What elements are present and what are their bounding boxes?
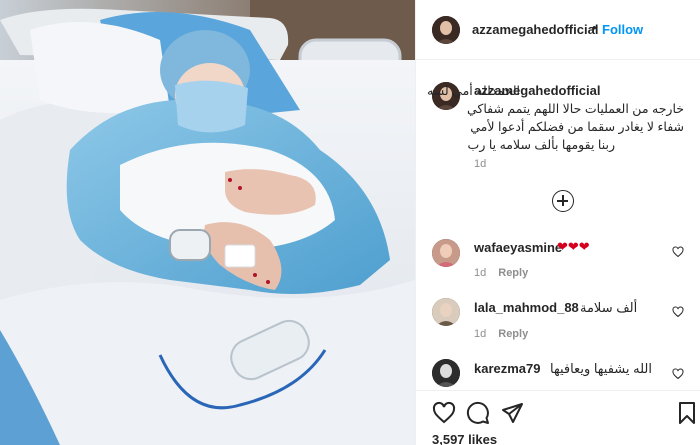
post-photo[interactable] [0, 0, 415, 445]
avatar-image [432, 239, 460, 267]
comment-text: الله يشفيها ويعافيها [550, 361, 652, 376]
comment-meta: 1d Reply [474, 267, 528, 279]
comment-username[interactable]: lala_mahmod_88 [474, 300, 579, 315]
reply-button[interactable]: Reply [498, 267, 528, 279]
comment-avatar[interactable] [432, 359, 460, 387]
caption-timestamp[interactable]: 1d [474, 158, 486, 170]
caption-line-1: الحمدلله أمي لسه [427, 84, 520, 98]
like-comment-icon[interactable] [672, 368, 684, 380]
hospital-photo-illustration [0, 0, 415, 445]
heart-icon[interactable] [432, 401, 456, 425]
action-bar: 3,597 likes [416, 390, 700, 445]
post-side-panel: azzamegahedofficial • Follow azzamegahed… [415, 0, 700, 445]
comment-text: ❤❤❤ [557, 239, 590, 254]
comment-timestamp[interactable]: 1d [474, 267, 486, 279]
caption-line-4: ربنا يقومها بألف سلامه يا رب [467, 138, 615, 152]
avatar-image [432, 359, 460, 387]
comment-icon[interactable] [466, 401, 490, 425]
caption-line-2: خارجه من العمليات حالا اللهم يتمم شفاكي [466, 102, 684, 116]
like-comment-icon[interactable] [672, 246, 684, 258]
comment-avatar[interactable] [432, 298, 460, 326]
share-icon[interactable] [500, 401, 524, 425]
reply-button[interactable]: Reply [498, 328, 528, 340]
separator-dot: • [592, 20, 597, 35]
comment-text: ألف سلامة [580, 300, 638, 315]
author-avatar[interactable] [432, 16, 460, 44]
comment-meta: 1d Reply [474, 328, 528, 340]
like-comment-icon[interactable] [672, 306, 684, 318]
comment-avatar[interactable] [432, 239, 460, 267]
avatar-image [432, 298, 460, 326]
comment-timestamp[interactable]: 1d [474, 328, 486, 340]
comment-username[interactable]: wafaeyasmine [474, 240, 562, 255]
avatar-image [432, 16, 460, 44]
load-more-comments-icon[interactable] [552, 190, 574, 212]
bookmark-icon[interactable] [675, 401, 699, 425]
author-username[interactable]: azzamegahedofficial [472, 22, 598, 37]
comment-username[interactable]: karezma79 [474, 361, 541, 376]
likes-count[interactable]: 3,597 likes [432, 432, 497, 445]
follow-button[interactable]: Follow [602, 22, 643, 37]
caption-line-3: شفاء لا يغادر سقما من فضلكم أدعوا لأمي [470, 120, 684, 134]
post-header: azzamegahedofficial • Follow [416, 0, 700, 60]
